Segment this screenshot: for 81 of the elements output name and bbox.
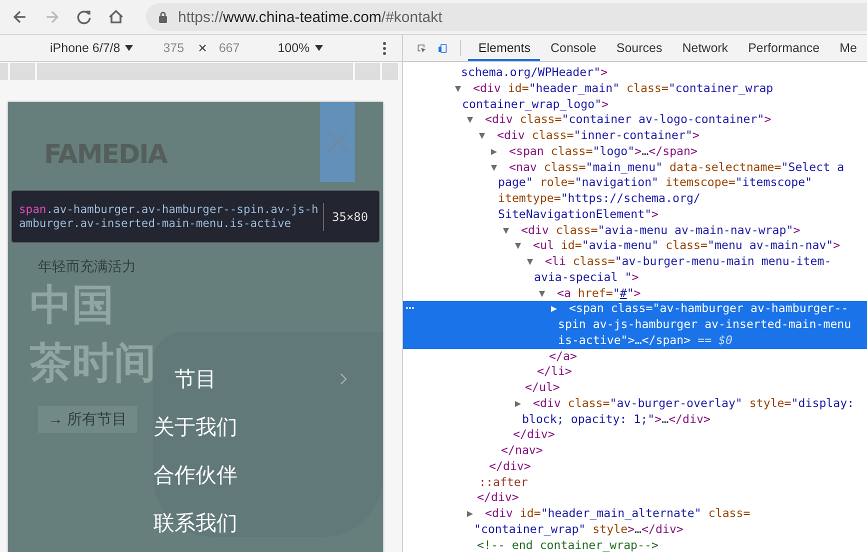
tagline: 年轻而充满活力 bbox=[38, 258, 136, 276]
code-line: spin av-js-hamburger av-inserted-main-menu bbox=[558, 317, 852, 331]
url-text: https://www.china-teatime.com/#kontakt bbox=[178, 8, 442, 26]
devtools-tab[interactable]: Me bbox=[830, 35, 867, 61]
code-line: </nav> bbox=[501, 443, 543, 457]
address-bar[interactable]: https://www.china-teatime.com/#kontakt bbox=[146, 3, 867, 31]
dom-node-row[interactable]: <li class="av-burger-menu-main menu-item- avia-special "> bbox=[403, 254, 867, 286]
dom-node-row[interactable]: <div class="inner-container"> bbox=[403, 128, 867, 144]
dom-node-row[interactable]: <span class="logo">…</span> bbox=[403, 144, 867, 160]
triangle-down-icon[interactable] bbox=[538, 290, 546, 298]
code-line: <div class="av-burger-overlay" style="display: bbox=[532, 396, 854, 410]
dom-node-row[interactable]: <div class="container av-logo-container"> bbox=[403, 112, 867, 128]
dom-node-row[interactable]: <ul id="avia-menu" class="menu av-main-nav"> bbox=[403, 238, 867, 254]
code-line: </div> bbox=[513, 427, 555, 442]
code-line: <div id="header_main" class="container_wrap bbox=[472, 80, 774, 95]
code-line: </a> bbox=[549, 348, 577, 362]
selector-text: span.av-hamburger.av-hamburger--spin.av-js-hamburger.av-inserted-main-menu.is-active bbox=[19, 202, 324, 230]
code-line: SiteNavigationElement"> bbox=[498, 206, 659, 221]
code-line: </ul> bbox=[525, 380, 560, 394]
code-line: page" role="navigation" itemscope="itemscope" bbox=[498, 175, 812, 190]
triangle-down-icon[interactable] bbox=[466, 116, 474, 124]
caret-icon bbox=[125, 45, 134, 51]
dom-node-row[interactable]: <div class="av-burger-overlay" style="display: block; opacity: 1;">…</div> bbox=[403, 396, 867, 428]
lock-icon bbox=[158, 11, 168, 23]
dom-node-row[interactable]: <span class="av-hamburger av-hamburger-- spin av-js-hamburger av-inserted-main-menu is-active">…</span> == $0 bbox=[403, 301, 867, 348]
code-line: <div class="container av-logo-container"> bbox=[484, 112, 772, 126]
dom-node-row[interactable]: <a href="#"> bbox=[403, 286, 867, 302]
code-line: is-active">…</span> == $0 bbox=[558, 332, 733, 347]
dom-node-row[interactable]: <div id="header_main" class="container_wrap container_wrap_logo"> bbox=[403, 80, 867, 112]
code-line: block; opacity: 1;">…</div> bbox=[522, 412, 710, 426]
reload-icon[interactable] bbox=[75, 8, 93, 26]
menu-item[interactable]: 节目 bbox=[174, 365, 216, 393]
devtools-tab[interactable]: Performance bbox=[738, 35, 830, 61]
triangle-down-icon[interactable] bbox=[454, 84, 462, 93]
dom-node-row[interactable]: <div id="header_main_alternate" class= "container_wrap" style>…</div> bbox=[403, 506, 867, 538]
more-menu-icon[interactable] bbox=[383, 42, 386, 54]
code-line: "container_wrap" style>…</div> bbox=[474, 522, 684, 536]
more-icon[interactable] bbox=[406, 307, 414, 310]
zoom-dropdown[interactable]: 100% bbox=[278, 41, 323, 55]
code-line: <div id="header_main_alternate" class= bbox=[484, 506, 750, 520]
triangle-right-icon[interactable] bbox=[490, 148, 498, 156]
code-line: avia-special "> bbox=[534, 270, 639, 284]
devtools-tab[interactable]: Elements bbox=[468, 35, 540, 61]
dom-node-row[interactable]: <div class="avia-menu av-main-nav-wrap"> bbox=[403, 222, 867, 238]
devtools-tab[interactable]: Sources bbox=[606, 35, 672, 61]
times-sign: × bbox=[198, 40, 207, 56]
triangle-down-icon[interactable] bbox=[514, 242, 522, 250]
code-line: <div class="inner-container"> bbox=[496, 128, 700, 142]
menu-item[interactable]: 合作伙伴 bbox=[154, 461, 238, 489]
code-line: <span class="av-hamburger av-hamburger-- bbox=[568, 301, 848, 316]
code-line: <div class="avia-menu av-main-nav-wrap"> bbox=[520, 222, 800, 236]
triangle-down-icon[interactable] bbox=[502, 226, 510, 234]
triangle-down-icon[interactable] bbox=[526, 258, 534, 266]
dom-node-row[interactable]: schema.org/WPHeader"> bbox=[403, 65, 867, 81]
code-line: <ul id="avia-menu" class="menu av-main-nav"> bbox=[532, 238, 840, 252]
triangle-right-icon[interactable] bbox=[466, 510, 474, 518]
code-line: schema.org/WPHeader"> bbox=[460, 65, 608, 79]
code-line: <nav class="main_menu" data-selectname="Select a bbox=[508, 160, 844, 174]
code-line: </li> bbox=[537, 364, 572, 378]
code-line: </div> bbox=[477, 490, 519, 504]
code-line: <li class="av-burger-menu-main menu-item- bbox=[544, 254, 832, 268]
triangle-down-icon[interactable] bbox=[490, 164, 498, 172]
caret-icon bbox=[314, 45, 323, 51]
code-line: ::after bbox=[479, 474, 528, 488]
code-line: container_wrap_logo"> bbox=[462, 96, 609, 110]
dom-node-row[interactable]: <nav class="main_menu" data-selectname="Select a page" role="navigation" itemscope="itemscope" itemtype="https://schema.org/ SiteNavigationElement"> bbox=[403, 160, 867, 222]
code-line: <span class="logo">…</span> bbox=[508, 144, 698, 158]
code-line: <a href="#"> bbox=[556, 286, 641, 300]
devtools-tab[interactable]: Console bbox=[540, 35, 606, 61]
code-line: itemtype="https://schema.org/ bbox=[498, 191, 700, 205]
triangle-down-icon[interactable] bbox=[478, 132, 486, 140]
triangle-right-icon[interactable] bbox=[514, 400, 522, 408]
code-comment: <!-- end container_wrap--> bbox=[477, 538, 658, 552]
device-dropdown[interactable]: iPhone 6/7/8 bbox=[50, 41, 134, 55]
menu-item[interactable]: 关于我们 bbox=[154, 413, 238, 441]
menu-item[interactable]: 联系我们 bbox=[154, 509, 238, 537]
home-icon[interactable] bbox=[107, 8, 125, 26]
devtools-tab[interactable]: Network bbox=[672, 35, 738, 61]
code-line: </div> bbox=[489, 458, 531, 473]
triangle-right-icon[interactable] bbox=[550, 305, 558, 314]
size-text: 35×80 bbox=[332, 210, 368, 224]
